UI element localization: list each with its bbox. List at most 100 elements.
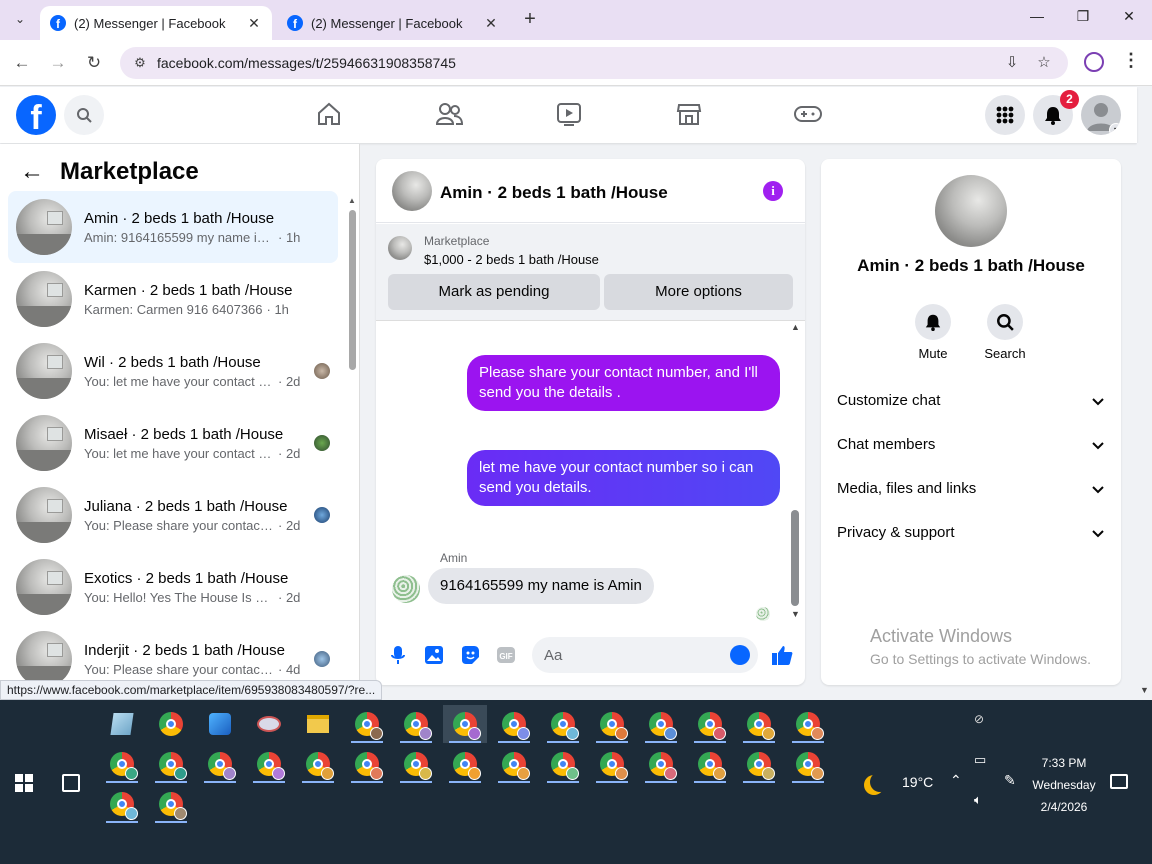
chrome-profile-icon[interactable]: [639, 705, 683, 743]
conversation-item[interactable]: Karmen · 2 beds 1 bath /House Karmen: Ca…: [8, 263, 338, 335]
message-input[interactable]: Aa: [532, 637, 758, 673]
chrome-profile-icon[interactable]: [296, 745, 340, 783]
conversation-item[interactable]: Misaeł · 2 beds 1 bath /House You: let m…: [8, 407, 338, 479]
chat-scrollbar[interactable]: ▲ ▼: [789, 322, 801, 622]
privacy-support-section[interactable]: Privacy & support: [837, 524, 1105, 546]
listing-thumbnail[interactable]: [388, 236, 412, 260]
scroll-up-icon[interactable]: ▲: [348, 196, 356, 205]
chrome-profile-icon[interactable]: [149, 745, 193, 783]
minimize-button[interactable]: —: [1022, 8, 1052, 32]
scrollbar-thumb[interactable]: [791, 510, 799, 606]
nav-video[interactable]: [554, 99, 584, 129]
conversation-list-scrollbar[interactable]: ▲: [347, 196, 357, 686]
search-in-chat-button[interactable]: Search: [975, 304, 1035, 361]
notepad-app-icon[interactable]: [100, 705, 144, 743]
new-tab-button[interactable]: +: [518, 8, 542, 31]
chrome-profile-icon[interactable]: [737, 705, 781, 743]
info-icon[interactable]: i: [763, 181, 783, 201]
address-bar[interactable]: ⚙ facebook.com/messages/t/25946631908358…: [120, 47, 1068, 79]
network-disconnected-icon[interactable]: ⊘: [974, 712, 984, 726]
browser-tab[interactable]: f (2) Messenger | Facebook ✕: [277, 6, 509, 40]
snipping-tool-icon[interactable]: [247, 705, 291, 743]
chrome-app-icon[interactable]: [149, 705, 193, 743]
url-text[interactable]: facebook.com/messages/t/2594663190835874…: [157, 55, 456, 71]
sender-avatar[interactable]: [392, 575, 420, 603]
notifications-button[interactable]: 2: [1033, 90, 1079, 135]
notification-center-icon[interactable]: [1110, 774, 1128, 789]
scrollbar-thumb[interactable]: [349, 210, 356, 370]
chrome-profile-icon[interactable]: [100, 785, 144, 823]
back-arrow-icon[interactable]: ←: [20, 158, 44, 186]
site-info-icon[interactable]: ⚙: [130, 53, 150, 73]
file-explorer-icon[interactable]: [296, 705, 340, 743]
maximize-button[interactable]: ❐: [1068, 8, 1098, 32]
weather-widget[interactable]: 19°C: [864, 772, 933, 792]
chrome-profile-icon[interactable]: [247, 745, 291, 783]
chrome-profile-icon[interactable]: [198, 745, 242, 783]
pen-icon[interactable]: ✎: [1004, 772, 1016, 789]
facebook-logo-icon[interactable]: f: [16, 95, 56, 135]
windows-start-icon[interactable]: [15, 774, 33, 792]
scroll-down-icon[interactable]: ▼: [1140, 685, 1149, 695]
outgoing-message[interactable]: let me have your contact number so i can…: [467, 450, 780, 506]
chrome-profile-icon[interactable]: [590, 705, 634, 743]
scroll-up-icon[interactable]: ▲: [791, 322, 800, 332]
conversation-item[interactable]: Exotics · 2 beds 1 bath /House You: Hell…: [8, 551, 338, 623]
incoming-message[interactable]: 9164165599 my name is Amin: [428, 568, 654, 604]
chrome-profile-icon[interactable]: [394, 745, 438, 783]
listing-price-title[interactable]: $1,000 - 2 beds 1 bath /House: [424, 252, 599, 267]
chat-members-section[interactable]: Chat members: [837, 436, 1105, 458]
system-clock[interactable]: 7:33 PM Wednesday 2/4/2026: [1024, 752, 1104, 818]
nav-marketplace[interactable]: [674, 99, 704, 129]
photos-app-icon[interactable]: [198, 705, 242, 743]
chrome-profile-icon[interactable]: [443, 705, 487, 743]
close-tab-icon[interactable]: ✕: [246, 15, 262, 32]
account-avatar[interactable]: ▾: [1081, 95, 1121, 135]
chrome-profile-icon[interactable]: [345, 705, 389, 743]
chrome-profile-icon[interactable]: [688, 705, 732, 743]
chrome-profile-icon[interactable]: [345, 745, 389, 783]
emoji-icon[interactable]: [730, 645, 750, 665]
chrome-profile-icon[interactable]: [688, 745, 732, 783]
close-tab-icon[interactable]: ✕: [483, 15, 499, 32]
nav-friends[interactable]: [434, 99, 464, 129]
show-hidden-icons-icon[interactable]: ⌃: [950, 772, 962, 789]
chrome-profile-icon[interactable]: [541, 705, 585, 743]
details-listing-thumbnail[interactable]: [935, 175, 1007, 247]
install-app-icon[interactable]: ⇩: [1002, 53, 1022, 73]
chrome-profile-icon[interactable]: [786, 705, 830, 743]
conversation-item[interactable]: Amin · 2 beds 1 bath /House Amin: 916416…: [8, 191, 338, 263]
attach-media-button[interactable]: [423, 644, 445, 666]
mark-as-pending-button[interactable]: Mark as pending: [388, 274, 600, 310]
nav-home[interactable]: [314, 99, 344, 129]
chrome-profile-icon[interactable]: [541, 745, 585, 783]
voice-clip-button[interactable]: [387, 644, 409, 666]
browser-tab-active[interactable]: f (2) Messenger | Facebook ✕: [40, 6, 272, 40]
chrome-profile-icon[interactable]: [443, 745, 487, 783]
outgoing-message[interactable]: Please share your contact number, and I'…: [467, 355, 780, 411]
bookmark-star-icon[interactable]: ☆: [1034, 53, 1054, 73]
scroll-down-icon[interactable]: ▼: [791, 609, 800, 619]
sticker-button[interactable]: [459, 644, 481, 666]
chrome-profile-icon[interactable]: [394, 705, 438, 743]
media-files-links-section[interactable]: Media, files and links: [837, 480, 1105, 502]
reload-button[interactable]: ↻: [82, 51, 106, 75]
conversation-item[interactable]: Wil · 2 beds 1 bath /House You: let me h…: [8, 335, 338, 407]
mute-button[interactable]: Mute: [903, 304, 963, 361]
like-button[interactable]: [771, 644, 793, 666]
tab-search-button[interactable]: ⌄: [8, 7, 32, 31]
chat-title[interactable]: Amin · 2 beds 1 bath /House: [440, 183, 668, 203]
close-window-button[interactable]: ✕: [1114, 8, 1144, 32]
network-icon[interactable]: ▭: [974, 752, 986, 768]
chrome-profile-icon[interactable]: [492, 705, 536, 743]
chat-listing-thumbnail[interactable]: [392, 171, 432, 211]
volume-icon[interactable]: 🔈︎: [974, 792, 982, 808]
chrome-profile-icon[interactable]: [590, 745, 634, 783]
chrome-profile-icon[interactable]: [786, 745, 830, 783]
chrome-profile-icon[interactable]: [100, 745, 144, 783]
profile-icon[interactable]: [1084, 52, 1104, 72]
page-scrollbar[interactable]: ▼: [1137, 143, 1152, 698]
conversation-item[interactable]: Juliana · 2 beds 1 bath /House You: Plea…: [8, 479, 338, 551]
more-options-button[interactable]: More options: [604, 274, 793, 310]
search-button[interactable]: [64, 95, 104, 135]
